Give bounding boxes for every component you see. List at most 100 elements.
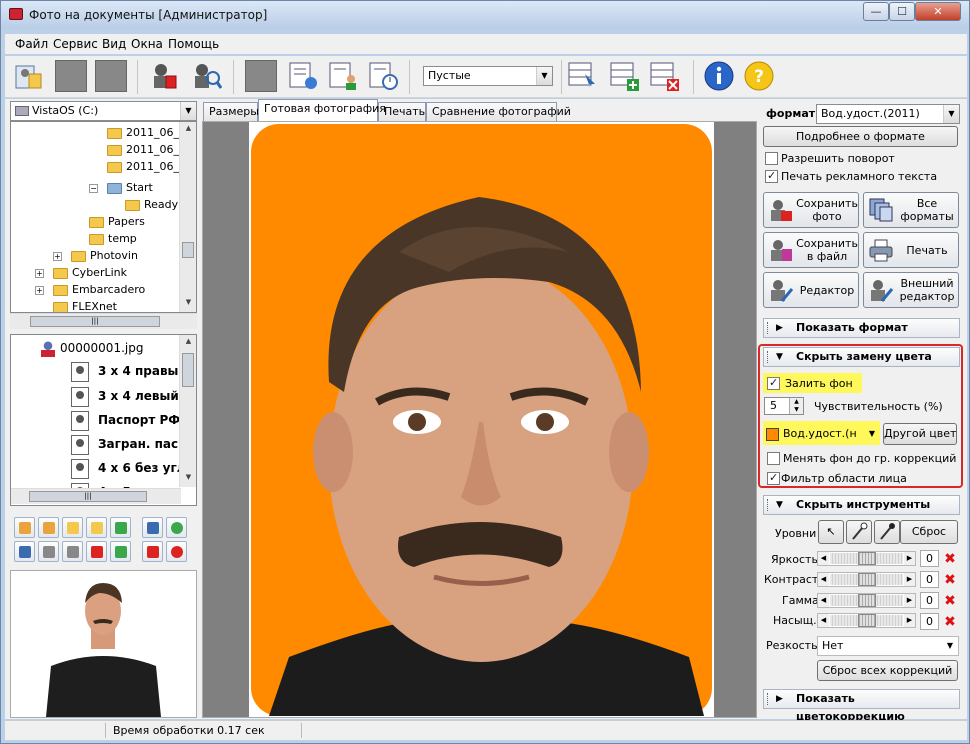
menu-windows[interactable]: Окна — [131, 37, 163, 51]
sort-za-icon[interactable] — [142, 541, 163, 562]
reset-all-button[interactable]: Сброс всех коррекций — [817, 660, 958, 681]
title-bar[interactable]: Фото на документы [Администратор] — ☐ ✕ — [1, 1, 969, 29]
reset-brightness-icon[interactable]: ✖ — [942, 551, 958, 567]
maximize-button[interactable]: ☐ — [889, 2, 915, 21]
open-photo-icon[interactable] — [13, 60, 45, 92]
slider-thumb[interactable] — [858, 573, 876, 586]
sharpness-select[interactable]: Нет ▼ — [817, 636, 959, 656]
eyedropper-black-icon[interactable] — [874, 520, 900, 544]
all-formats-button[interactable]: Все форматы — [863, 192, 959, 228]
folder-tree[interactable]: 2011_06_1 2011_06_1 2011_06_1 − Start Re… — [10, 121, 197, 313]
tab-compare[interactable]: Сравнение фотографий — [426, 102, 571, 121]
brightness-slider[interactable]: ◀ ▶ — [817, 551, 916, 566]
slider-thumb[interactable] — [858, 552, 876, 565]
scroll-thumb[interactable] — [182, 242, 194, 258]
save-photo-button[interactable]: Сохранить фото — [763, 192, 859, 228]
reset-gamma-icon[interactable]: ✖ — [942, 593, 958, 609]
tree-folder-start[interactable]: Start — [107, 179, 153, 196]
tree-folder-embarcadero[interactable]: Embarcadero — [53, 281, 145, 298]
sort-az-icon[interactable] — [142, 517, 163, 538]
format-list[interactable]: 00000001.jpg 3 x 4 правый у 3 x 4 левый … — [10, 334, 197, 506]
tree-folder-papers[interactable]: Papers — [89, 213, 145, 230]
contrast-slider[interactable]: ◀ ▶ — [817, 572, 916, 587]
blank-tool-3-icon[interactable] — [245, 60, 277, 92]
face-filter-checkbox[interactable] — [767, 471, 780, 485]
bg-color-select[interactable]: Вод.удост.(н ▼ — [766, 424, 878, 443]
collapse-icon[interactable]: − — [89, 184, 98, 193]
list-settings-icon[interactable] — [287, 60, 319, 92]
list-hscrollbar[interactable]: ||| — [11, 488, 181, 504]
menu-service[interactable]: Сервис — [53, 37, 98, 51]
reset-saturation-icon[interactable]: ✖ — [942, 614, 958, 630]
color-replace-section[interactable]: ▼ Скрыть замену цвета — [763, 347, 960, 367]
help-icon[interactable]: ? — [743, 60, 775, 92]
other-color-button[interactable]: Другой цвет — [883, 423, 957, 445]
preset-select[interactable]: Пустые ▼ — [423, 66, 553, 86]
minimize-button[interactable]: — — [863, 2, 889, 21]
folder-up-icon[interactable] — [62, 517, 83, 538]
photo-canvas[interactable] — [202, 121, 757, 718]
drive-select[interactable]: VistaOS (C:) ▼ — [10, 101, 197, 121]
tree-folder[interactable]: 2011_06_1 — [107, 141, 186, 158]
scroll-thumb[interactable] — [182, 353, 194, 387]
expand-icon[interactable]: + — [53, 252, 62, 261]
gamma-value[interactable]: 0 — [920, 592, 939, 609]
remove-item-icon[interactable] — [38, 517, 59, 538]
save-to-file-button[interactable]: Сохранить в файл — [763, 232, 859, 268]
grid-cursor-icon[interactable] — [567, 60, 599, 92]
tab-ready-photo[interactable]: Готовая фотография — [258, 99, 386, 121]
sort-time-desc-icon[interactable] — [166, 541, 187, 562]
brightness-value[interactable]: 0 — [920, 550, 939, 567]
folder-new-icon[interactable] — [86, 517, 107, 538]
tree-folder-flexnet[interactable]: FLEXnet — [53, 298, 117, 312]
saturation-value[interactable]: 0 — [920, 613, 939, 630]
camera-icon[interactable] — [38, 541, 59, 562]
info-icon[interactable] — [703, 60, 735, 92]
camera-delete-icon[interactable] — [86, 541, 107, 562]
list-scrollbar[interactable]: ▲ ▼ — [179, 335, 196, 487]
tree-scrollbar[interactable]: ▲ ▼ — [179, 122, 196, 312]
close-button[interactable]: ✕ — [915, 2, 961, 21]
external-editor-button[interactable]: Внешний редактор — [863, 272, 959, 308]
eyedropper-white-icon[interactable] — [846, 520, 872, 544]
saturation-slider[interactable]: ◀ ▶ — [817, 613, 916, 628]
tree-folder[interactable]: 2011_06_1 — [107, 124, 186, 141]
tab-sizes[interactable]: Размеры — [203, 102, 259, 121]
scroll-up-icon[interactable]: ▲ — [180, 124, 196, 132]
refresh-icon[interactable] — [110, 541, 131, 562]
grid-delete-icon[interactable] — [649, 60, 681, 92]
file-item[interactable]: 00000001.jpg — [41, 340, 143, 357]
reset-levels-button[interactable]: Сброс — [900, 520, 958, 544]
more-about-format-button[interactable]: Подробнее о формате — [763, 126, 958, 147]
blank-tool-icon[interactable] — [55, 60, 87, 92]
editor-button[interactable]: Редактор — [763, 272, 859, 308]
expand-icon[interactable]: + — [35, 286, 44, 295]
contrast-value[interactable]: 0 — [920, 571, 939, 588]
reset-contrast-icon[interactable]: ✖ — [942, 572, 958, 588]
format-select[interactable]: Вод.удост.(2011) ▼ — [816, 104, 960, 124]
expand-icon[interactable]: + — [35, 269, 44, 278]
tree-hscrollbar[interactable]: ||| — [10, 313, 197, 329]
tree-folder-ready[interactable]: Ready — [125, 196, 178, 213]
grid-add-icon[interactable] — [609, 60, 641, 92]
print-ad-text-checkbox[interactable] — [765, 169, 778, 183]
menu-view[interactable]: Вид — [102, 37, 126, 51]
slider-thumb[interactable] — [858, 614, 876, 627]
fill-background-checkbox[interactable] — [767, 376, 780, 390]
tree-folder-temp[interactable]: temp — [89, 230, 137, 247]
add-item-icon[interactable] — [14, 517, 35, 538]
print-button[interactable]: Печать — [863, 232, 959, 268]
color-correction-section[interactable]: ▶ Показать цветокоррекцию — [763, 689, 960, 723]
gamma-slider[interactable]: ◀ ▶ — [817, 593, 916, 608]
sensitivity-input[interactable]: 5 ▲ ▼ — [764, 397, 804, 415]
tree-folder[interactable]: 2011_06_1 — [107, 158, 186, 175]
sort-time-icon[interactable] — [166, 517, 187, 538]
menu-help[interactable]: Помощь — [168, 37, 219, 51]
camera-swap-icon[interactable] — [62, 541, 83, 562]
scroll-thumb[interactable]: ||| — [30, 316, 160, 327]
allow-rotation-checkbox[interactable] — [765, 152, 778, 165]
list-clock-icon[interactable] — [367, 60, 399, 92]
change-bg-before-checkbox[interactable] — [767, 452, 780, 465]
delete-person-icon[interactable] — [149, 60, 181, 92]
edit-icon[interactable] — [14, 541, 35, 562]
